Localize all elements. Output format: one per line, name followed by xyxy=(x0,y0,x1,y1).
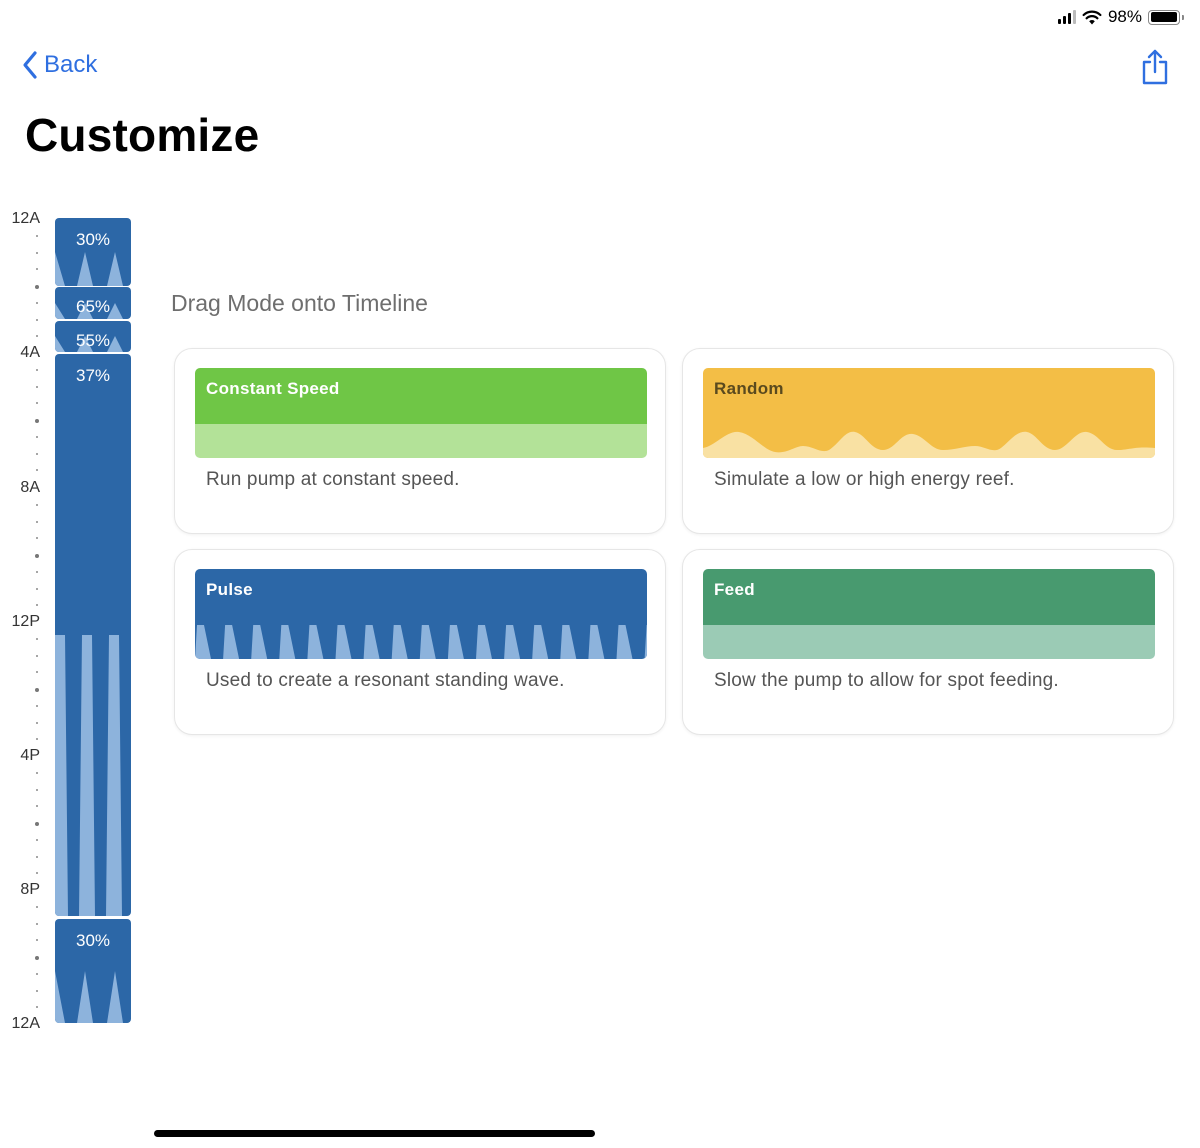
pulse-pattern xyxy=(55,971,123,1023)
timeline-dot xyxy=(36,268,38,271)
timeline-dot xyxy=(36,738,38,741)
share-icon xyxy=(1142,49,1168,85)
timeline-segment[interactable]: 30% xyxy=(55,218,131,286)
timeline-dot xyxy=(35,956,39,960)
timeline-dot xyxy=(36,838,38,841)
wifi-icon xyxy=(1082,10,1102,24)
timeline-dot xyxy=(35,688,39,692)
banner-bottom xyxy=(703,625,1155,659)
mode-name: Pulse xyxy=(206,580,253,599)
timeline-dot xyxy=(36,402,38,405)
page-title: Customize xyxy=(25,109,260,161)
timeline-dot xyxy=(36,771,38,774)
mode-name: Random xyxy=(714,379,784,398)
drag-mode-heading: Drag Mode onto Timeline xyxy=(171,290,428,316)
mode-banner: Random xyxy=(703,368,1155,458)
mode-banner: Feed xyxy=(703,569,1155,659)
mode-description: Simulate a low or high energy reef. xyxy=(714,469,1015,490)
status-bar: 98% xyxy=(1057,6,1184,28)
segment-percent: 30% xyxy=(75,931,111,950)
timeline-dot xyxy=(36,587,38,590)
mode-name: Feed xyxy=(714,580,755,599)
back-button[interactable]: Back xyxy=(22,50,97,80)
timeline-segment[interactable]: 37% xyxy=(55,354,131,916)
battery-icon xyxy=(1148,9,1184,25)
timeline-dot xyxy=(36,604,38,607)
timeline-segment[interactable]: 30% xyxy=(55,919,131,1023)
pulse-wave-pattern xyxy=(195,625,647,659)
timeline-dot xyxy=(36,503,38,506)
share-button[interactable] xyxy=(1140,48,1170,91)
home-indicator[interactable] xyxy=(154,1130,595,1137)
timeline-dot xyxy=(36,335,38,338)
battery-percentage: 98% xyxy=(1107,7,1142,26)
tick-label-8p: 8P xyxy=(20,881,40,898)
timeline-dot xyxy=(36,637,38,640)
timeline-dot xyxy=(36,301,38,304)
cellular-signal-icon xyxy=(1057,10,1076,24)
mode-banner: Constant Speed xyxy=(195,368,647,458)
timeline-dot xyxy=(36,234,38,237)
timeline-dot xyxy=(36,704,38,707)
timeline-dot xyxy=(36,469,38,472)
timeline-dot xyxy=(36,520,38,523)
timeline-dot xyxy=(36,872,38,875)
mode-card-random[interactable]: Random Simulate a low or high energy ree… xyxy=(682,348,1174,534)
tick-label-12p: 12P xyxy=(11,613,40,630)
timeline-dot xyxy=(36,435,38,438)
mode-card-feed[interactable]: Feed Slow the pump to allow for spot fee… xyxy=(682,549,1174,735)
mode-card-constant-speed[interactable]: Constant Speed Run pump at constant spee… xyxy=(174,348,666,534)
random-wave-pattern xyxy=(703,431,1155,458)
mode-description: Run pump at constant speed. xyxy=(206,469,460,490)
timeline-dot xyxy=(36,385,38,388)
segment-percent: 65% xyxy=(75,297,111,316)
timeline-dot xyxy=(36,1006,38,1009)
tick-label-12a: 12A xyxy=(11,210,40,227)
mode-description: Used to create a resonant standing wave. xyxy=(206,670,565,691)
timeline-dot xyxy=(35,419,39,423)
timeline-dot xyxy=(36,855,38,858)
timeline-segment[interactable]: 65% xyxy=(55,287,131,319)
timeline-dot xyxy=(36,788,38,791)
timeline-dot xyxy=(36,972,38,975)
timeline-dot xyxy=(36,654,38,657)
timeline-dot xyxy=(36,939,38,942)
segment-percent: 37% xyxy=(75,366,111,385)
timeline-dot xyxy=(36,251,38,254)
timeline-dot xyxy=(36,570,38,573)
timeline-dot xyxy=(35,554,39,558)
segment-percent: 55% xyxy=(75,331,111,350)
timeline-dot xyxy=(36,905,38,908)
timeline-dot xyxy=(36,318,38,321)
tick-label-12a-end: 12A xyxy=(11,1015,40,1032)
chevron-left-icon xyxy=(23,51,37,79)
pulse-pattern xyxy=(55,252,123,286)
mode-card-pulse[interactable]: Pulse Used to create a resonant standing… xyxy=(174,549,666,735)
banner-top xyxy=(703,569,1155,625)
mode-banner: Pulse xyxy=(195,569,647,659)
timeline-dot xyxy=(36,537,38,540)
timeline-dot xyxy=(35,285,39,289)
timeline-dot xyxy=(36,721,38,724)
timeline-dot xyxy=(36,452,38,455)
timeline[interactable]: 12A 4A 8A 12P 4P 8P 12A 30% 65% 55% 37% … xyxy=(0,205,150,1035)
tick-label-8a: 8A xyxy=(20,479,40,496)
timeline-dot xyxy=(36,671,38,674)
timeline-segment[interactable]: 55% xyxy=(55,321,131,352)
pulse-teeth xyxy=(195,625,647,659)
timeline-dot xyxy=(36,922,38,925)
timeline-dot xyxy=(36,368,38,371)
banner-bottom xyxy=(195,424,647,458)
timeline-dot xyxy=(36,805,38,808)
tick-label-4a: 4A xyxy=(20,344,40,361)
mode-name: Constant Speed xyxy=(206,379,340,398)
back-label: Back xyxy=(44,51,98,78)
mode-description: Slow the pump to allow for spot feeding. xyxy=(714,670,1059,691)
segment-percent: 30% xyxy=(75,230,111,249)
timeline-dot xyxy=(35,822,39,826)
pulse-pattern xyxy=(55,635,122,916)
tick-label-4p: 4P xyxy=(20,747,40,764)
timeline-dot xyxy=(36,989,38,992)
